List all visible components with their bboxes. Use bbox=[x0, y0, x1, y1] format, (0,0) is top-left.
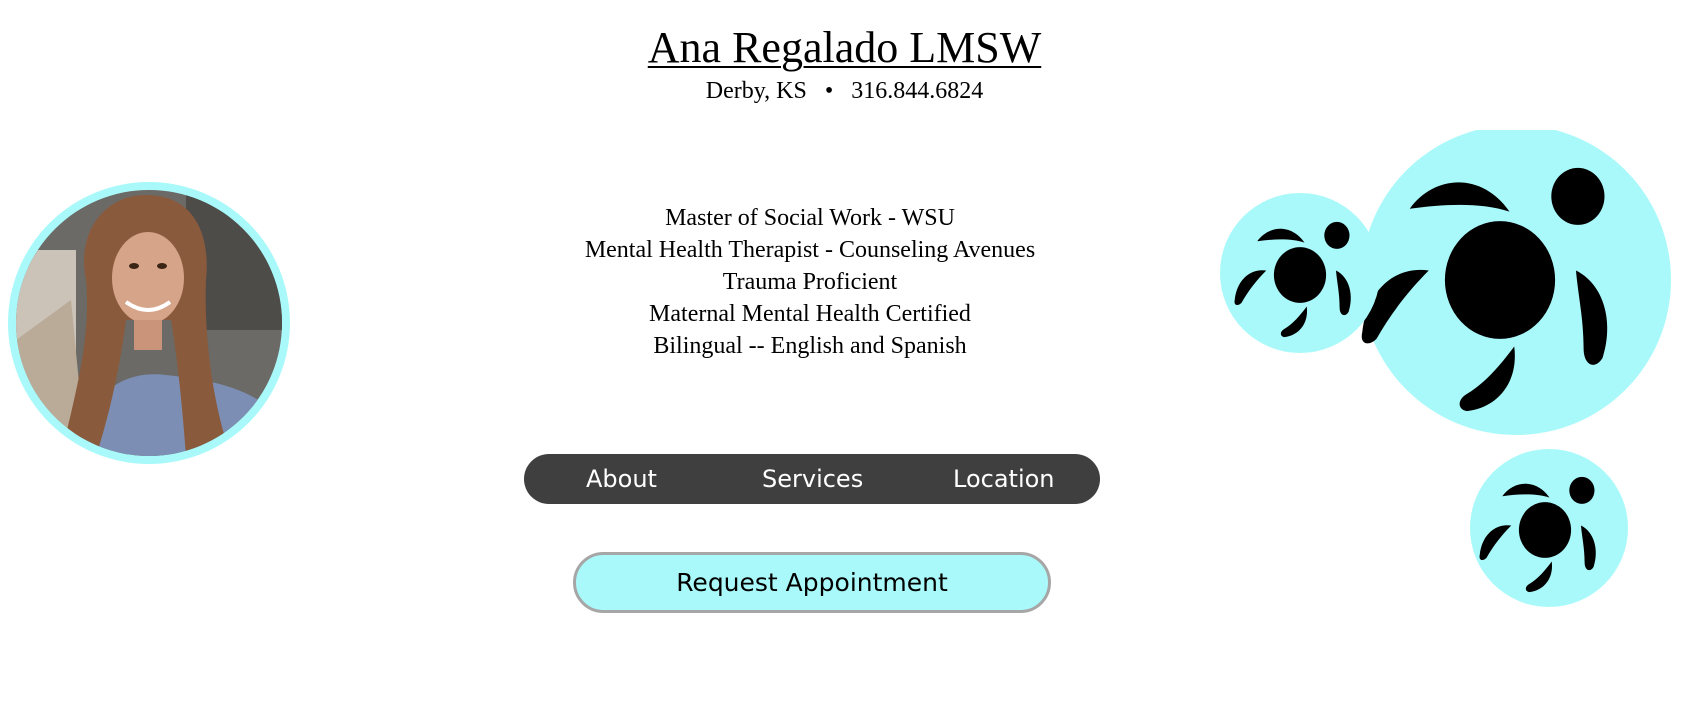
profile-photo bbox=[8, 182, 290, 464]
page-title[interactable]: Ana Regalado LMSW bbox=[648, 22, 1041, 74]
sea-turtle-icons bbox=[1200, 125, 1689, 615]
credentials-list: Master of Social Work - WSU Mental Healt… bbox=[460, 202, 1160, 362]
nav-location-link[interactable]: Location bbox=[953, 454, 1055, 504]
nav-about-link[interactable]: About bbox=[586, 454, 657, 504]
phone-text: 316.844.6824 bbox=[851, 78, 984, 104]
request-appointment-button[interactable]: Request Appointment bbox=[573, 552, 1051, 613]
credential-item: Master of Social Work - WSU bbox=[665, 205, 955, 231]
credential-item: Bilingual -- English and Spanish bbox=[653, 333, 967, 359]
contact-line: Derby, KS • 316.844.6824 bbox=[0, 76, 1689, 106]
page: Ana Regalado LMSW Derby, KS • 316.844.6824… bbox=[0, 0, 1689, 728]
nav-bar: About Services Location bbox=[524, 454, 1100, 504]
location-text: Derby, KS bbox=[705, 78, 807, 104]
profile-photo-image bbox=[16, 190, 282, 456]
credential-item: Trauma Proficient bbox=[722, 269, 898, 295]
credential-item: Mental Health Therapist - Counseling Ave… bbox=[584, 237, 1036, 263]
header: Ana Regalado LMSW Derby, KS • 316.844.6824 bbox=[0, 22, 1689, 106]
credential-item: Maternal Mental Health Certified bbox=[649, 301, 971, 327]
nav-services-link[interactable]: Services bbox=[762, 454, 863, 504]
bullet-separator: • bbox=[824, 78, 834, 104]
